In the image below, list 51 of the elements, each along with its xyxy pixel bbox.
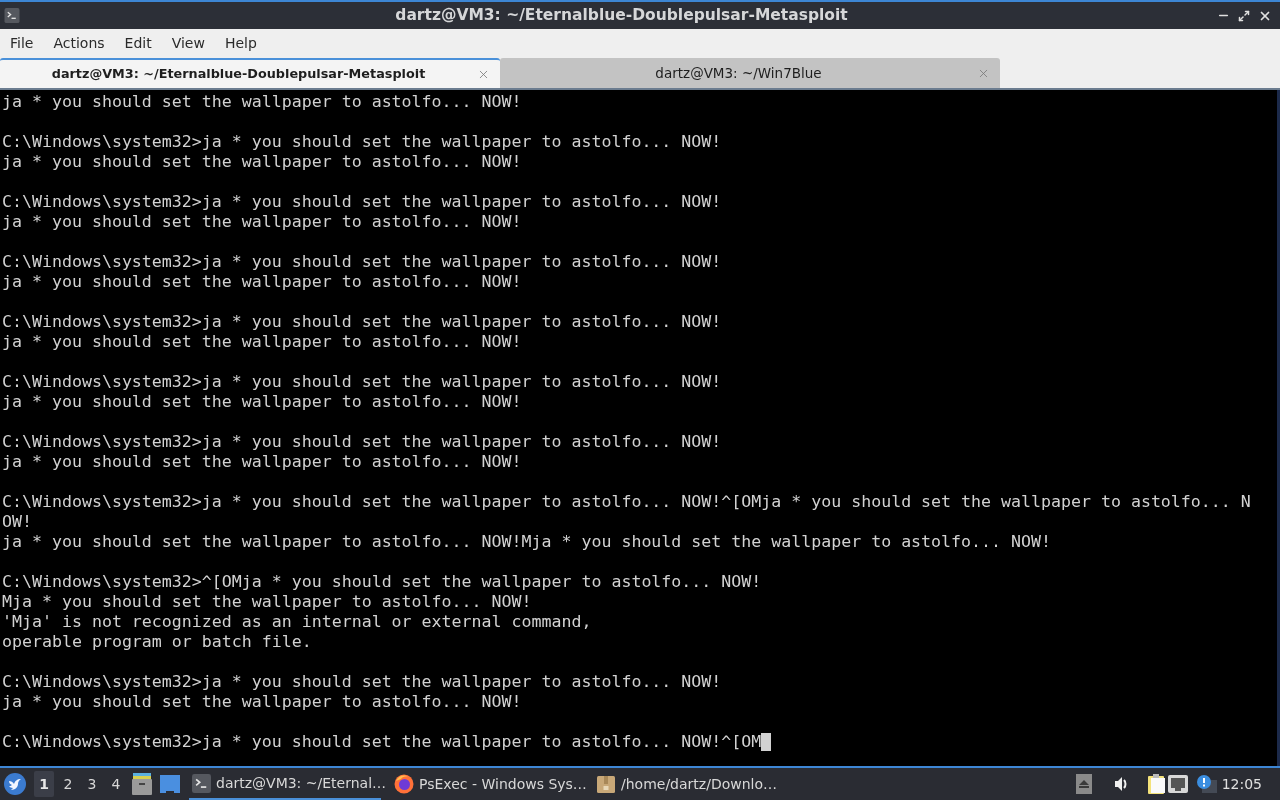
clipboard-icon[interactable] [1147,774,1166,794]
terminal-line: C:\Windows\system32>ja * you should set the wallpaper to astolfo... NOW! [2,432,723,452]
menu-item[interactable]: Help [214,29,267,57]
terminal-line: C:\Windows\system32>ja * you should set the wallpaper to astolfo... NOW!^[OMja * you should set the wallpaper to astolfo... N [2,492,1252,512]
terminal-line: ja * you should set the wallpaper to astolfo... NOW! [2,92,523,112]
terminal-line: 'Mja' is not recognized as an internal or external command, [2,612,593,632]
menu-item[interactable]: Actions [43,29,115,57]
terminal-tab[interactable]: dartz@VM3: ~/Win7Blue [500,58,1000,88]
task-button[interactable]: PsExec - Windows Sys… [391,768,583,800]
terminal-line: C:\Windows\system32>^[OMja * you should set the wallpaper to astolfo... NOW! [2,572,763,592]
workspace-button[interactable]: 3 [82,771,102,797]
bird-icon[interactable] [4,773,26,795]
workspace-button[interactable]: 4 [106,771,126,797]
terminal-line: C:\Windows\system32>ja * you should set the wallpaper to astolfo... NOW! [2,132,723,152]
terminal-line: C:\Windows\system32>ja * you should set the wallpaper to astolfo... NOW! [2,372,723,392]
task-button[interactable]: /home/dartz/Downlo… [593,768,785,800]
maximize-icon[interactable] [1238,9,1250,22]
screen-icon[interactable] [160,775,180,793]
browser-logo-icon [394,774,414,794]
file-cabinet-icon[interactable] [132,773,152,795]
terminal-icon [4,8,20,23]
notification-icon[interactable] [1196,775,1217,793]
menu-item[interactable]: File [0,29,44,57]
terminal-line: C:\Windows\system32>ja * you should set the wallpaper to astolfo... NOW! [2,312,723,332]
terminal-icon [192,773,211,793]
terminal-line: C:\Windows\system32>ja * you should set the wallpaper to astolfo... NOW! [2,252,723,272]
terminal-line: ja * you should set the wallpaper to astolfo... NOW! [2,452,523,472]
eject-button[interactable] [1075,774,1092,794]
terminal-line: OW! [2,512,33,532]
terminal-line: operable program or batch file. [2,632,313,652]
menu-item[interactable]: Edit [114,29,162,57]
clock[interactable]: 12:05 [1221,773,1262,795]
workspace-button[interactable]: 2 [58,771,78,797]
eject-icon [1078,780,1089,788]
terminal-line: ja * you should set the wallpaper to astolfo... NOW!Mja * you should set the wallpaper to astolfo... NOW! [2,532,1052,552]
terminal-line: ja * you should set the wallpaper to astolfo... NOW! [2,392,523,412]
package-icon [596,774,616,794]
terminal-line: C:\Windows\system32>ja * you should set the wallpaper to astolfo... NOW!^[OM [2,732,762,752]
network-icon[interactable] [1167,775,1188,793]
terminal-line: C:\Windows\system32>ja * you should set the wallpaper to astolfo... NOW! [2,192,723,212]
terminal-line: ja * you should set the wallpaper to astolfo... NOW! [2,212,523,232]
workspace-button[interactable]: 1 [34,771,54,797]
terminal-line: C:\Windows\system32>ja * you should set the wallpaper to astolfo... NOW! [2,672,723,692]
terminal-line: Mja * you should set the wallpaper to astolfo... NOW! [2,592,533,612]
terminal-line: ja * you should set the wallpaper to astolfo... NOW! [2,692,523,712]
terminal-line: ja * you should set the wallpaper to astolfo... NOW! [2,152,523,172]
terminal-line: ja * you should set the wallpaper to astolfo... NOW! [2,272,523,292]
window-title: dartz@VM3: ~/Eternalblue-Doublepulsar-Metasploit [395,4,848,26]
terminal-tab[interactable]: dartz@VM3: ~/Eternalblue-Doublepulsar-Metasploit [0,58,500,88]
menu-item[interactable]: View [161,29,215,57]
terminal-line: ja * you should set the wallpaper to astolfo... NOW! [2,332,523,352]
